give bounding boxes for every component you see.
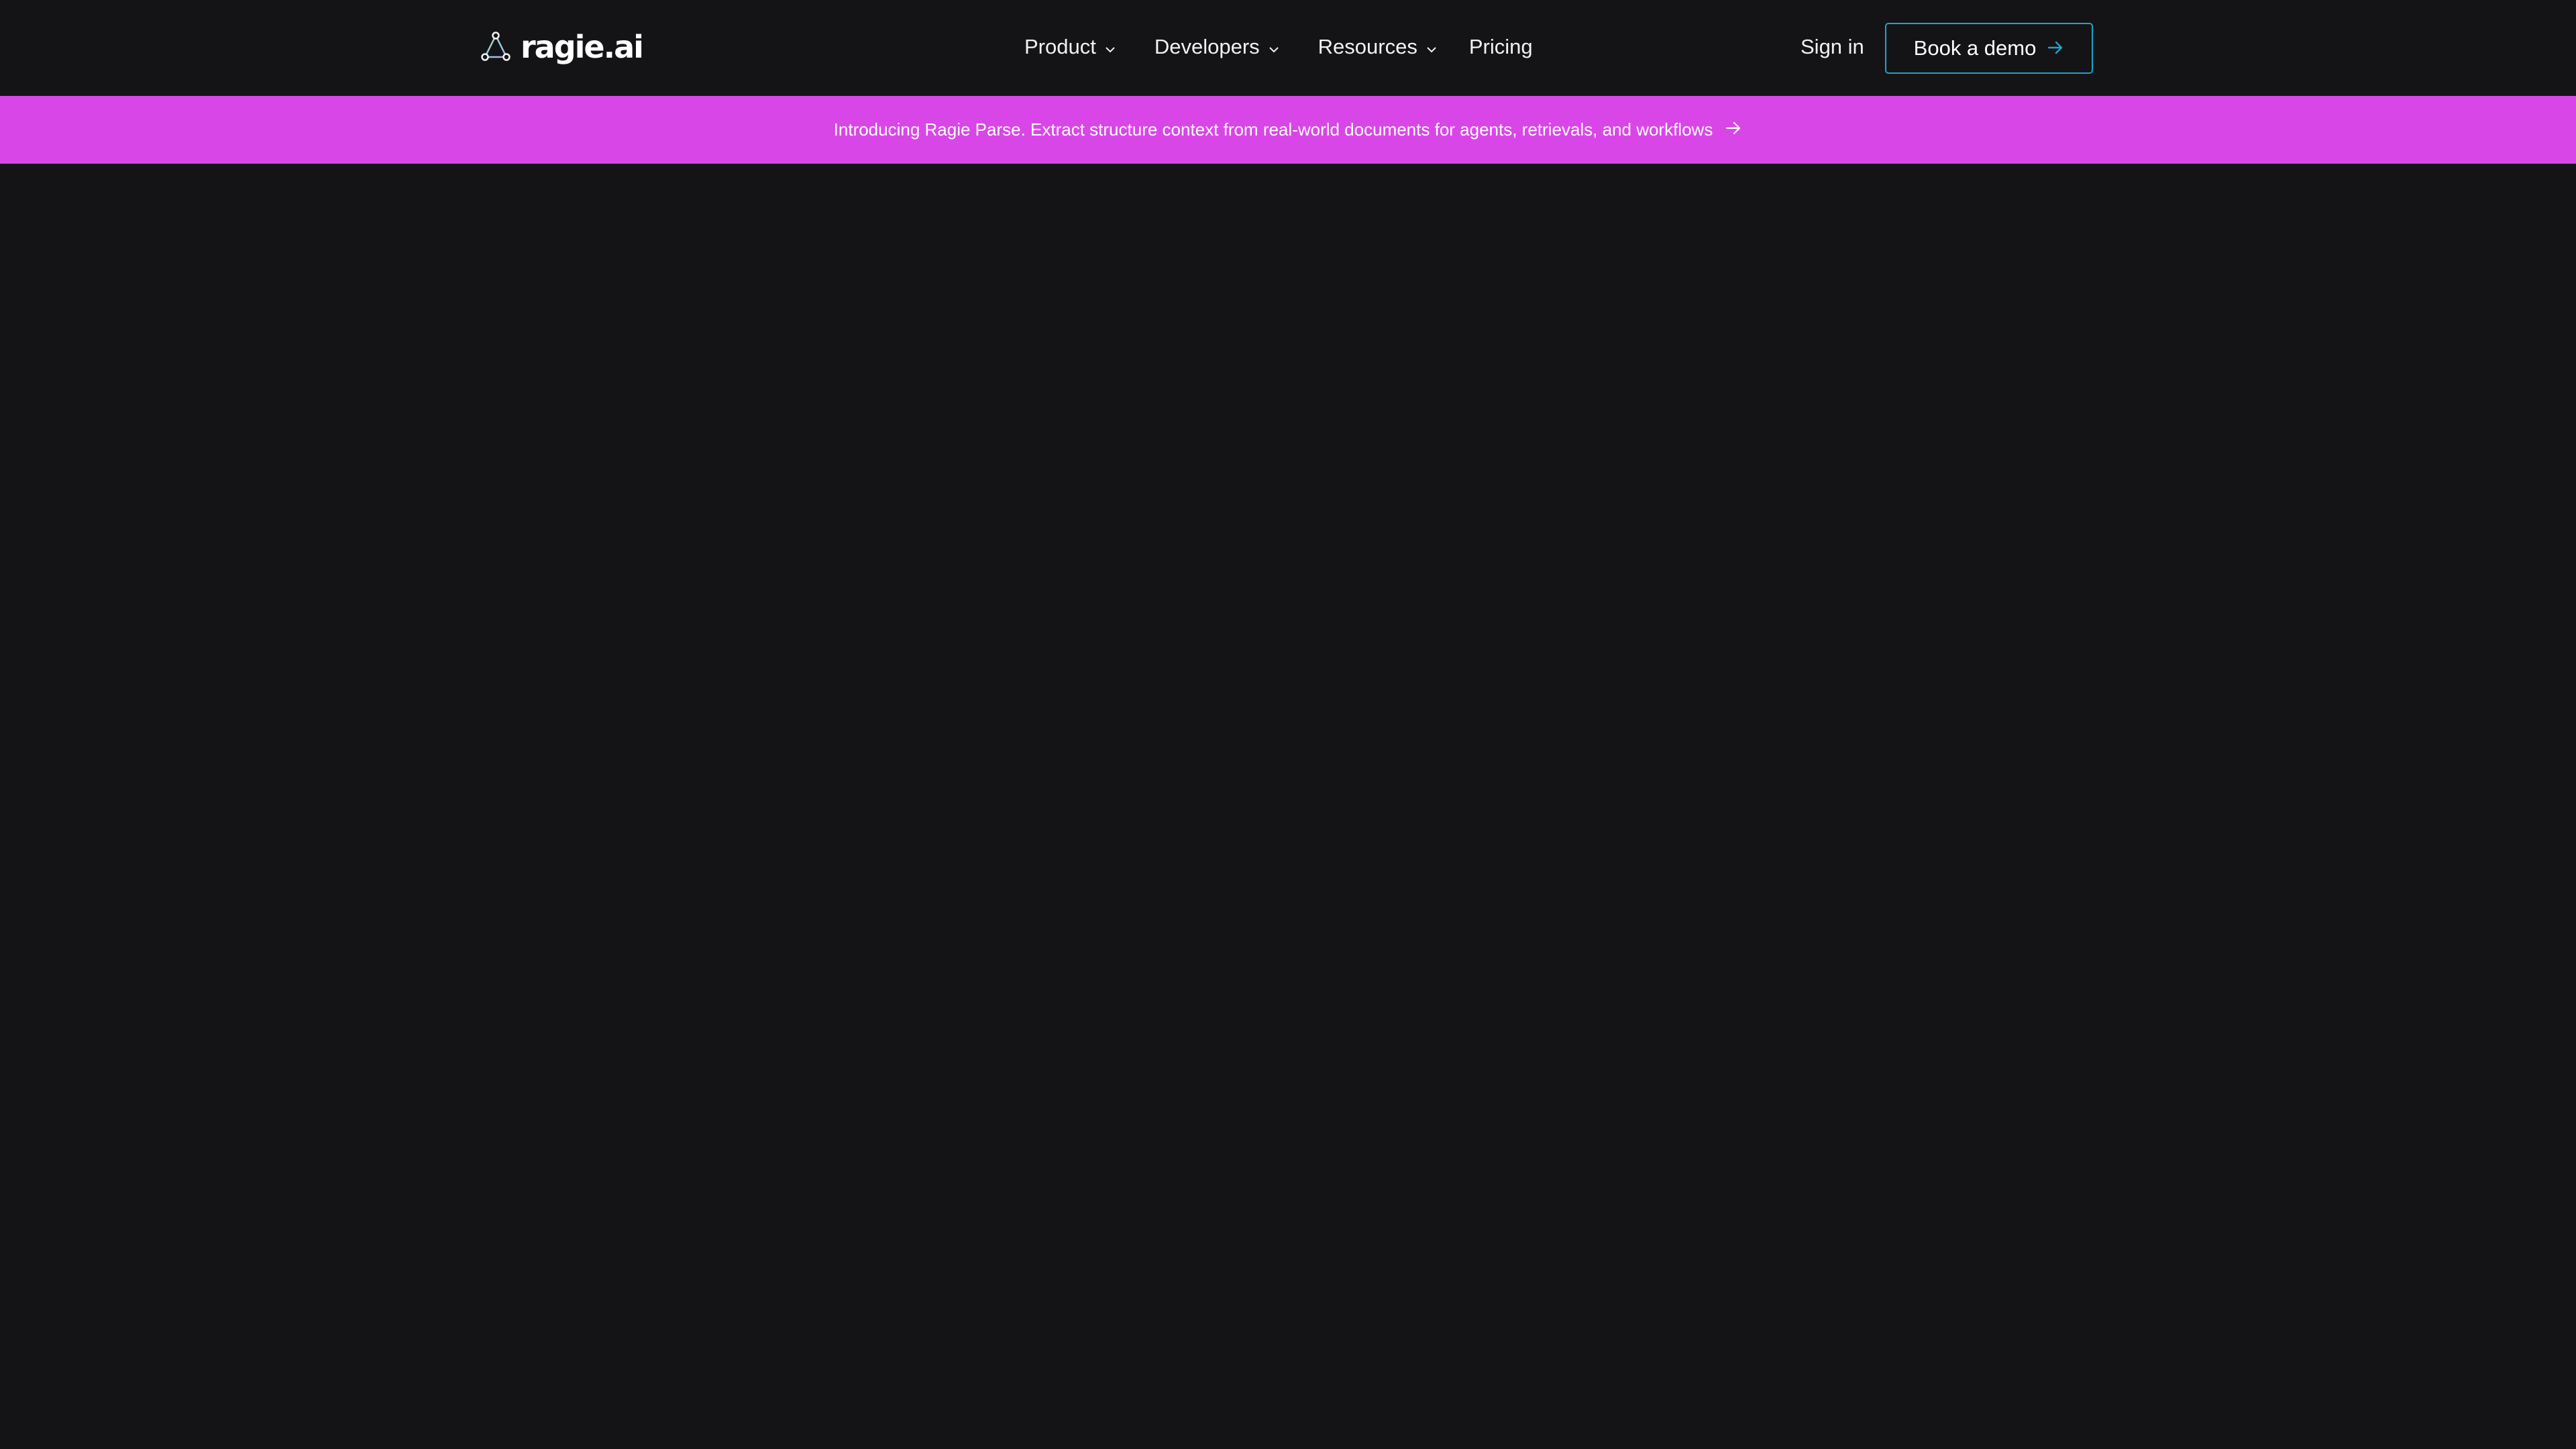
top-navbar: ragie.ai Product Developers Resources Pr… [0,0,2576,96]
sign-in-link[interactable]: Sign in [1801,27,1864,67]
arrow-right-icon [2047,36,2064,60]
nav-item-pricing[interactable]: Pricing [1469,27,1533,67]
main-content [0,164,2576,1449]
triangle-nodes-icon [480,32,511,62]
nav-item-label: Product [1024,35,1096,58]
nav-item-label: Developers [1154,35,1260,58]
arrow-right-icon [1725,119,1742,140]
brand-logo[interactable]: ragie.ai [480,28,644,66]
nav-item-label: Resources [1318,35,1417,58]
banner-text: Introducing Ragie Parse. Extract structu… [833,119,1713,140]
nav-item-developers[interactable]: Developers [1155,27,1280,67]
chevron-down-icon [1268,27,1280,67]
announcement-banner[interactable]: Introducing Ragie Parse. Extract structu… [0,96,2576,164]
brand-name: ragie.ai [521,29,644,65]
chevron-down-icon [1426,27,1438,67]
main-nav: Product Developers Resources Pricing [1024,27,1533,67]
nav-item-product[interactable]: Product [1024,27,1116,67]
nav-item-resources[interactable]: Resources [1318,27,1438,67]
book-demo-label: Book a demo [1913,36,2037,60]
book-demo-button[interactable]: Book a demo [1885,23,2093,74]
nav-item-label: Pricing [1468,35,1533,58]
chevron-down-icon [1104,27,1116,67]
